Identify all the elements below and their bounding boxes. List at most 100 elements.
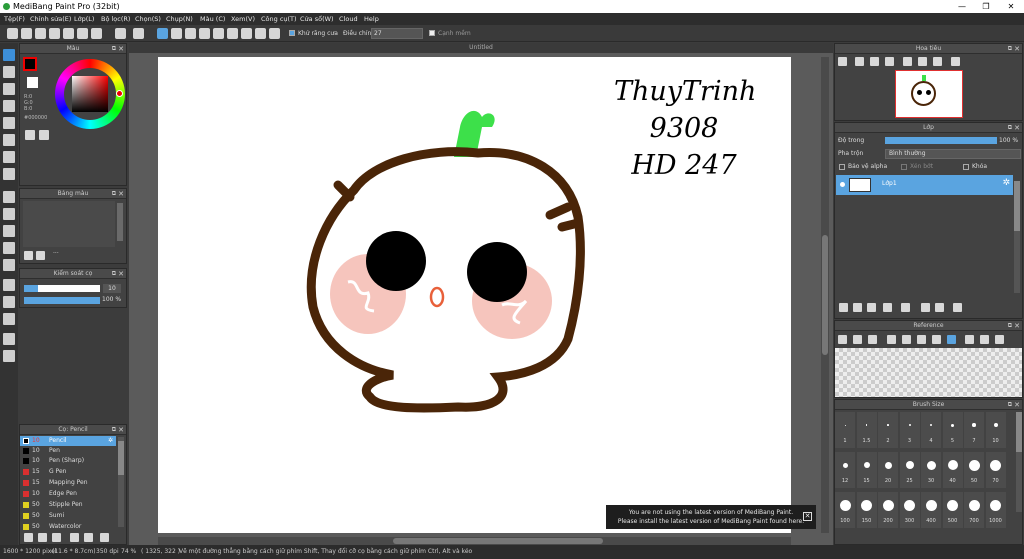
hand-tool-icon[interactable]	[3, 350, 15, 362]
layer-folder-icon[interactable]	[901, 303, 910, 312]
close-button[interactable]: ✕	[1001, 0, 1021, 13]
rotate-left-icon[interactable]	[903, 57, 912, 66]
open-file-icon[interactable]	[21, 28, 32, 39]
magic-wand-tool-icon[interactable]	[3, 225, 15, 237]
hue-handle[interactable]	[116, 90, 123, 97]
brush-size-cell[interactable]: 1	[835, 412, 855, 448]
reference-rotate-reset-icon[interactable]	[980, 335, 989, 344]
more-icon[interactable]: ···	[53, 250, 59, 257]
close-icon[interactable]: ✕	[118, 189, 124, 199]
select-rect-icon[interactable]	[171, 28, 182, 39]
merge-down-icon[interactable]	[935, 303, 944, 312]
adjust-dropdown[interactable]: 27	[371, 28, 423, 39]
brush-item[interactable]: 50 Sumi	[20, 511, 116, 521]
menu-tools[interactable]: Công cụ(T)	[261, 13, 297, 25]
lock-checkbox[interactable]	[963, 164, 969, 170]
brush-size-cell[interactable]: 3	[899, 412, 920, 448]
select-eraser-tool-icon[interactable]	[3, 259, 15, 271]
soft-edge-checkbox[interactable]	[429, 30, 435, 36]
brush-size-cell[interactable]: 30	[921, 452, 941, 488]
menu-edit[interactable]: Chỉnh sửa(E)	[30, 13, 71, 25]
brush-size-cell[interactable]: 200	[878, 492, 898, 528]
brush-size-slider[interactable]	[24, 285, 100, 292]
reference-canvas[interactable]	[835, 348, 1022, 397]
select-shrink-icon[interactable]	[227, 28, 238, 39]
brush-size-cell[interactable]: 50	[964, 452, 984, 488]
brush-size-cell[interactable]: 300	[899, 492, 920, 528]
close-icon[interactable]: ✕	[118, 269, 124, 279]
scrollbar[interactable]	[118, 437, 124, 527]
brush-opacity-slider[interactable]	[24, 297, 100, 304]
select-fill-icon[interactable]	[185, 28, 196, 39]
popout-icon[interactable]: ⧉	[112, 189, 116, 199]
eyedropper-tool-icon[interactable]	[3, 313, 15, 325]
reference-close-icon[interactable]	[868, 335, 877, 344]
brush-size-cell[interactable]: 7	[964, 412, 984, 448]
delete-layer-icon[interactable]	[953, 303, 962, 312]
dot-tool-icon[interactable]	[3, 83, 15, 95]
brush-size-cell[interactable]: 1.5	[856, 412, 877, 448]
reference-open-icon[interactable]	[838, 335, 847, 344]
new-layer-icon[interactable]	[839, 303, 848, 312]
horizontal-scrollbar[interactable]	[158, 537, 791, 545]
select-lasso-icon[interactable]	[157, 28, 168, 39]
brush-size-cell[interactable]: 1000	[985, 492, 1006, 528]
select-pen-tool-icon[interactable]	[3, 242, 15, 254]
document-tab[interactable]: Untitled	[129, 43, 833, 53]
brush-size-cell[interactable]: 20	[878, 452, 898, 488]
blend-mode-dropdown[interactable]: Bình thường	[885, 149, 1021, 159]
reference-zoom-in-icon[interactable]	[887, 335, 896, 344]
cloud-icon[interactable]	[35, 28, 46, 39]
scrollbar[interactable]	[1016, 412, 1022, 512]
reference-rotate-right-icon[interactable]	[995, 335, 1004, 344]
layer-opacity-slider[interactable]	[885, 137, 997, 144]
color-settings-icon[interactable]	[39, 130, 49, 140]
add-color-icon[interactable]	[24, 251, 33, 260]
transform-icon[interactable]	[269, 28, 280, 39]
navigator-thumbnail[interactable]	[895, 70, 963, 118]
maximize-button[interactable]: ❐	[976, 0, 996, 13]
move-tool-icon[interactable]	[3, 117, 15, 129]
menu-window[interactable]: Cửa sổ(W)	[300, 13, 334, 25]
add-halftone-icon[interactable]	[883, 303, 892, 312]
brush-size-cell[interactable]: 5	[942, 412, 963, 448]
share-icon[interactable]	[77, 28, 88, 39]
eraser-tool-icon[interactable]	[3, 66, 15, 78]
brush-size-cell[interactable]: 10	[985, 412, 1006, 448]
popout-icon[interactable]: ⧉	[112, 425, 116, 435]
brush-size-cell[interactable]: 15	[856, 452, 877, 488]
hue-wheel[interactable]	[55, 59, 125, 129]
actual-size-icon[interactable]	[885, 57, 894, 66]
palette-icon[interactable]	[25, 130, 35, 140]
blur-tool-icon[interactable]	[3, 100, 15, 112]
menu-file[interactable]: Tệp(F)	[4, 13, 25, 25]
save-icon[interactable]	[49, 28, 60, 39]
zoom-in-icon[interactable]	[838, 57, 847, 66]
select-invert-icon[interactable]	[199, 28, 210, 39]
duplicate-layer-icon[interactable]	[921, 303, 930, 312]
select-all-icon[interactable]	[241, 28, 252, 39]
undo-icon[interactable]	[115, 28, 126, 39]
brush-item[interactable]: 10 Edge Pen	[20, 489, 116, 499]
menu-help[interactable]: Help	[364, 13, 379, 25]
brush-size-value[interactable]: 10	[103, 284, 121, 293]
menu-color[interactable]: Màu (C)	[200, 13, 225, 25]
brush-size-cell[interactable]: 40	[942, 452, 963, 488]
gradient-tool-icon[interactable]	[3, 168, 15, 180]
scrollbar[interactable]	[1014, 181, 1020, 293]
brush-tool-icon[interactable]	[3, 49, 15, 61]
delete-color-icon[interactable]	[36, 251, 45, 260]
brush-item[interactable]: 15 G Pen	[20, 467, 116, 477]
update-notification[interactable]: You are not using the latest version of …	[606, 505, 816, 529]
brush-size-cell[interactable]: 150	[856, 492, 877, 528]
delete-brush-icon[interactable]	[100, 533, 109, 542]
brush-item[interactable]: 50 Watercolor	[20, 522, 116, 531]
drawing-canvas[interactable]: ThuyTrinh 9308 HD 247	[158, 57, 791, 533]
select-expand-icon[interactable]	[213, 28, 224, 39]
add-brush-icon[interactable]	[38, 533, 47, 542]
operation-tool-icon[interactable]	[3, 333, 15, 345]
eye-icon[interactable]	[840, 182, 845, 187]
brush-size-cell[interactable]: 2	[878, 412, 898, 448]
minimize-button[interactable]: —	[952, 0, 972, 13]
new-layer-8bit-icon[interactable]	[853, 303, 862, 312]
